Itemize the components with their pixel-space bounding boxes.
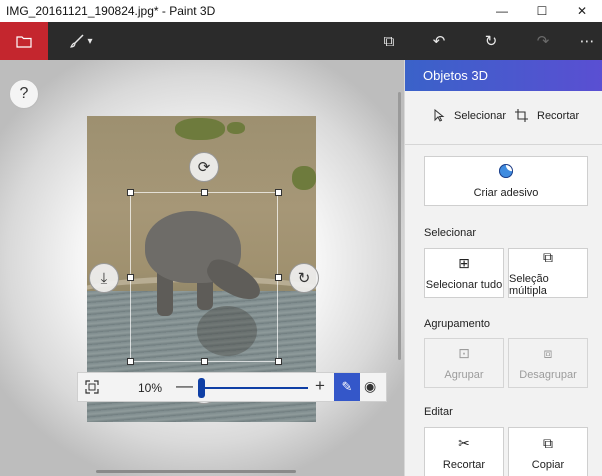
more-button[interactable]: ⋯	[574, 22, 600, 60]
pen-mode-button[interactable]: ✎	[334, 373, 360, 401]
rotate-icon: ⤓	[100, 269, 108, 287]
zoom-percent: 10%	[138, 381, 163, 395]
multi-select-label: Seleção múltipla	[509, 273, 549, 297]
undo-button[interactable]: ↶	[426, 22, 452, 60]
vertical-scrollbar[interactable]	[398, 92, 401, 360]
rotate-z-button[interactable]: ⟳	[189, 152, 219, 182]
canvas-area[interactable]: ? ⟳ ⤓ ↻ ⟲	[0, 60, 404, 476]
brush-tool-button[interactable]: ▾	[64, 22, 98, 60]
chevron-down-icon: ▾	[87, 35, 93, 47]
side-panel: Objetos 3D Selecionar Recortar Criar ade…	[404, 60, 602, 476]
create-sticker-button[interactable]: Criar adesivo	[424, 156, 588, 206]
minimize-button[interactable]: —	[482, 0, 522, 22]
crop-tool-button[interactable]: Recortar	[515, 109, 579, 122]
rotate-icon: ↻	[297, 270, 311, 287]
resize-handle[interactable]	[201, 189, 208, 196]
select-all-label: Selecionar tudo	[425, 279, 503, 291]
history-button[interactable]: ↻	[478, 22, 504, 60]
group-button[interactable]: ⊡ Agrupar	[424, 338, 504, 388]
panel-title: Objetos 3D	[405, 60, 602, 91]
grass-patch	[227, 122, 245, 134]
resize-handle[interactable]	[127, 274, 134, 281]
select-tool-button[interactable]: Selecionar	[433, 109, 506, 122]
history-icon: ↻	[484, 33, 498, 50]
ungroup-label: Desagrupar	[519, 369, 577, 381]
section-select-heading: Selecionar	[424, 227, 476, 239]
crop-tool-label: Recortar	[537, 109, 580, 122]
undo-icon: ↶	[432, 33, 446, 50]
zoom-in-button[interactable]: +	[315, 376, 325, 396]
folder-icon	[16, 35, 32, 48]
section-group-heading: Agrupamento	[424, 318, 491, 330]
help-icon: ?	[19, 85, 29, 102]
scissors-icon: ✂	[458, 435, 470, 451]
copy-icon: ⧉	[543, 435, 553, 451]
ungroup-icon: ⧈	[543, 345, 553, 361]
fit-to-screen-icon[interactable]	[84, 379, 100, 395]
group-icon: ⊡	[458, 345, 470, 361]
zoom-slider-thumb[interactable]	[198, 378, 205, 398]
cursor-icon	[434, 109, 445, 122]
grass-patch	[175, 118, 225, 140]
ungroup-button[interactable]: ⧈ Desagrupar	[508, 338, 588, 388]
copy-label: Copiar	[531, 459, 565, 471]
copy-button[interactable]: ⧉ Copiar	[508, 427, 588, 476]
rotate-x-button[interactable]: ⤓	[89, 263, 119, 293]
crop-icon	[515, 109, 528, 122]
close-button[interactable]: ✕	[562, 0, 602, 22]
resize-handle[interactable]	[275, 358, 282, 365]
redo-icon: ↷	[536, 33, 550, 50]
more-icon: ⋯	[579, 33, 595, 50]
view-3d-button[interactable]: ◉	[364, 378, 376, 395]
rotate-y-button[interactable]: ↻	[289, 263, 319, 293]
pen-icon: ✎	[341, 379, 353, 394]
rotate-icon: ⟳	[197, 159, 211, 176]
redo-button[interactable]: ↷	[530, 22, 556, 60]
zoom-out-button[interactable]: —	[176, 376, 193, 396]
select-tool-label: Selecionar	[454, 109, 506, 122]
multi-select-icon: ⧉	[543, 249, 553, 265]
selection-box[interactable]	[130, 192, 278, 362]
zoom-slider-track[interactable]	[198, 387, 308, 389]
help-button[interactable]: ?	[9, 79, 39, 109]
section-edit-heading: Editar	[424, 406, 453, 418]
cut-button[interactable]: ✂ Recortar	[424, 427, 504, 476]
title-bar: IMG_20161121_190824.jpg* - Paint 3D — ☐ …	[0, 0, 602, 22]
main-toolbar: ▾ ⧉ ↶ ↻ ↷ ⋯	[0, 22, 602, 60]
select-all-icon: ⊞	[458, 255, 470, 271]
maximize-button[interactable]: ☐	[522, 0, 562, 22]
resize-handle[interactable]	[201, 358, 208, 365]
select-all-button[interactable]: ⊞ Selecionar tudo	[424, 248, 504, 298]
group-label: Agrupar	[444, 369, 484, 381]
resize-handle[interactable]	[275, 189, 282, 196]
resize-handle[interactable]	[275, 274, 282, 281]
select-crop-row: Selecionar Recortar	[405, 91, 602, 145]
brush-icon	[70, 34, 85, 48]
paste-icon: ⧉	[383, 32, 395, 50]
create-sticker-label: Criar adesivo	[473, 187, 539, 199]
menu-button[interactable]	[0, 22, 48, 60]
resize-handle[interactable]	[127, 189, 134, 196]
cut-label: Recortar	[442, 459, 486, 471]
sticker-icon	[499, 164, 513, 178]
resize-handle[interactable]	[127, 358, 134, 365]
window-title: IMG_20161121_190824.jpg* - Paint 3D	[6, 4, 216, 18]
paste-button[interactable]: ⧉	[376, 22, 402, 60]
zoom-bar: 10% — + ✎ ◉	[77, 372, 387, 402]
multi-select-button[interactable]: ⧉ Seleção múltipla	[508, 248, 588, 298]
horizontal-scrollbar[interactable]	[96, 470, 296, 473]
grass-patch	[292, 166, 316, 190]
